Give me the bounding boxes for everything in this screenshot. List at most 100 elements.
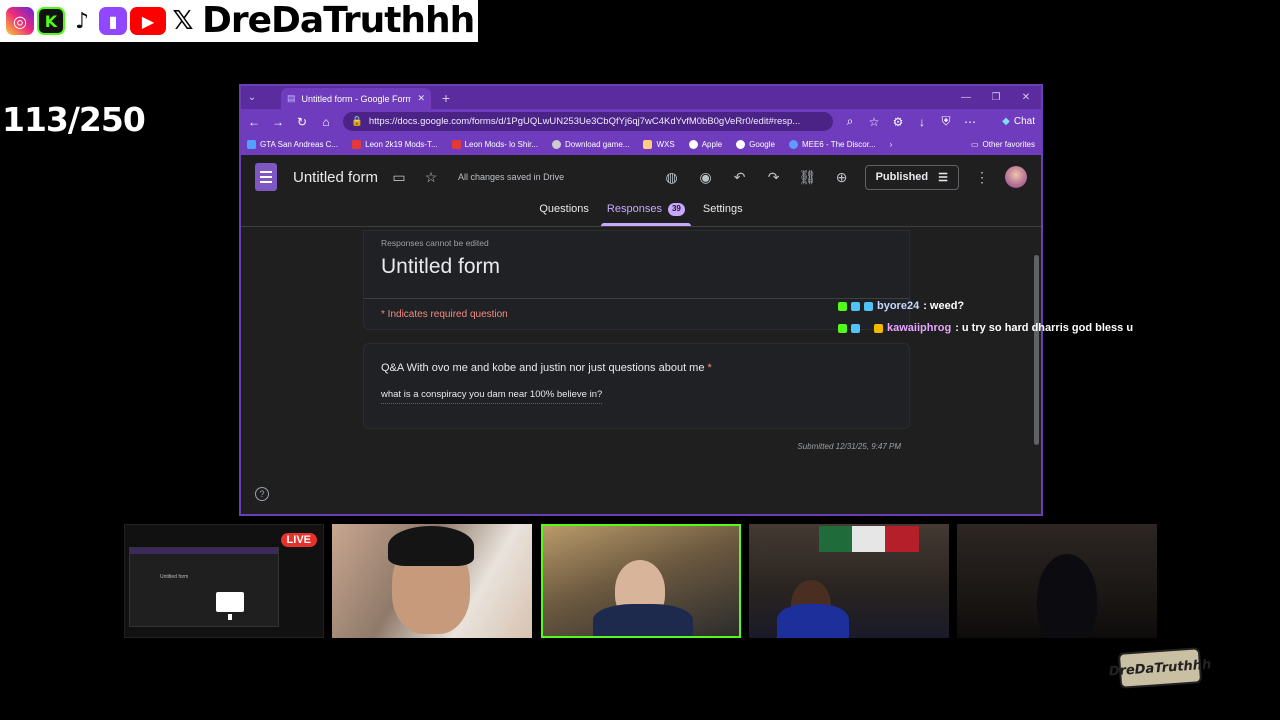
extensions-icon[interactable]: ⚙ [891,115,905,129]
chat-text: : u try so hard dharris god bless u [955,322,1134,334]
form-title-card: Responses cannot be edited Untitled form… [363,230,910,330]
folder-icon[interactable]: ▭ [388,169,410,186]
bookmark-item[interactable]: Apple [688,140,723,149]
stream-overlay: ◎ K ♪ ▮ ▶ 𝕏 DreDaTruthhh 113/250 ⌄ ▤ Unt… [0,0,1280,720]
tab-title: Untitled form - Google Forms [301,93,412,104]
maximize-icon[interactable]: ❐ [981,92,1011,103]
tab-settings[interactable]: Settings [703,199,743,226]
youtube-icon: ▶ [130,7,166,35]
required-star: * [707,362,712,374]
save-status: All changes saved in Drive [458,172,565,182]
form-toolbar: ◍ ◉ ↶ ↷ ⛓ ⊕ Published ☰ ⋮ [661,164,1027,190]
forward-icon[interactable]: → [271,115,285,129]
chat-message: kawaiiphrog : u try so hard dharris god … [838,317,1133,339]
chevron-right-icon[interactable]: › [890,140,893,149]
bookmark-item[interactable]: Download game... [551,140,630,149]
tab-questions[interactable]: Questions [539,199,589,226]
form-tabs: Questions Responses 39 Settings [241,199,1041,227]
bookmark-item[interactable]: MEE6 - The Discor... [788,140,876,149]
address-bar: ← → ↻ ⌂ 🔒 https://docs.google.com/forms/… [241,109,1041,134]
more-vert-icon[interactable]: ⋮ [971,169,993,186]
bookmark-label: Leon 2k19 Mods-T... [365,140,438,149]
tab-bar: ⌄ ▤ Untitled form - Google Forms ✕ + — ❐… [241,86,1041,109]
bookmarks-bar: GTA San Andreas C... Leon 2k19 Mods-T...… [241,134,1041,155]
divider [364,298,909,299]
monitor-icon [216,592,244,620]
guest-body [777,604,849,638]
responses-count-badge: 39 [667,203,685,216]
bookmark-item[interactable]: GTA San Andreas C... [247,140,338,149]
gifter-badge-icon [864,301,873,311]
form-header: Untitled form ▭ ☆ All changes saved in D… [241,155,1041,199]
webcam-active-speaker [541,524,741,638]
lock-icon: 🔒 [351,116,363,127]
bookmark-item[interactable]: Leon Mods- lo Shir... [451,140,538,149]
webcam-guest-3 [749,524,949,638]
google-forms-logo[interactable] [255,163,277,191]
browser-tab[interactable]: ▤ Untitled form - Google Forms ✕ [281,88,431,109]
close-tab-icon[interactable]: ✕ [417,93,425,104]
submitted-timestamp: Submitted 12/31/25, 9:47 PM [797,442,901,451]
bookmark-label: Leon Mods- lo Shir... [464,140,538,149]
crown-badge-icon [874,323,883,333]
screen-share-cam: Untitled form LIVE [124,524,324,638]
new-tab-icon[interactable]: + [431,90,461,106]
guest-hair [388,526,474,566]
flag-decoration [819,526,919,552]
bookmark-label: Google [749,140,775,149]
forms-tab-icon: ▤ [287,93,296,103]
bookmark-item[interactable]: Google [736,140,775,149]
avatar[interactable] [1005,166,1027,188]
close-window-icon[interactable]: ✕ [1011,92,1041,103]
bookmark-item[interactable]: Leon 2k19 Mods-T... [352,140,438,149]
scrollbar[interactable] [1034,255,1039,445]
palette-icon[interactable]: ◍ [661,169,683,186]
minimize-icon[interactable]: — [951,92,981,103]
help-icon[interactable]: ? [255,487,269,501]
url-field[interactable]: 🔒 https://docs.google.com/forms/d/1PgUQL… [343,112,833,131]
chevron-down-icon[interactable]: ⌄ [245,92,259,103]
goal-counter: 113/250 [2,100,146,139]
star-icon[interactable]: ☆ [420,169,442,186]
bookmark-label: Apple [701,140,723,149]
chat-label: Chat [1013,116,1035,127]
bookmark-label: WXS [656,140,675,149]
guest-body [593,604,693,636]
more-icon[interactable]: ⋯ [963,115,977,129]
undo-icon[interactable]: ↶ [729,169,751,186]
kick-badge-icon [838,323,847,333]
bookmark-label: Download game... [564,140,630,149]
question-text: Q&A With ovo me and kobe and justin nor … [381,362,712,374]
add-collaborator-icon[interactable]: ⊕ [831,169,853,186]
subscriber-badge-icon [851,323,860,333]
download-icon[interactable]: ↓ [915,115,929,129]
preview-eye-icon[interactable]: ◉ [695,169,717,186]
form-title[interactable]: Untitled form [293,169,378,186]
tab-responses-label: Responses [606,203,662,215]
copilot-chat-button[interactable]: ◆ Chat [1002,116,1035,127]
instagram-icon: ◎ [6,7,34,35]
spacer [864,324,870,333]
published-label: Published [875,170,929,183]
refresh-icon[interactable]: ↻ [295,115,309,129]
socials-banner: ◎ K ♪ ▮ ▶ 𝕏 DreDaTruthhh [0,0,478,42]
home-icon[interactable]: ⌂ [319,115,333,129]
other-favorites-label: Other favorites [982,140,1035,149]
link-icon[interactable]: ⛓ [797,169,819,186]
bookmark-item[interactable]: WXS [643,140,675,149]
published-button[interactable]: Published ☰ [864,164,959,190]
chat-username: kawaiiphrog [887,322,952,334]
guest-silhouette [1037,554,1097,638]
zoom-icon[interactable]: ⌕ [843,114,857,129]
redo-icon[interactable]: ↷ [763,169,785,186]
shield-icon[interactable]: ⛨ [939,114,953,129]
other-favorites[interactable]: ▭ Other favorites [971,140,1035,149]
tab-responses[interactable]: Responses 39 [600,199,691,226]
kick-badge-icon [838,301,847,311]
url-text: https://docs.google.com/forms/d/1PgUQLwU… [368,116,801,127]
favorite-star-icon[interactable]: ☆ [867,115,881,129]
card-title: Untitled form [381,255,501,278]
back-icon[interactable]: ← [247,115,261,129]
streamer-logo: DreDaTruthhh [1108,647,1212,689]
not-editable-note: Responses cannot be edited [381,238,489,248]
